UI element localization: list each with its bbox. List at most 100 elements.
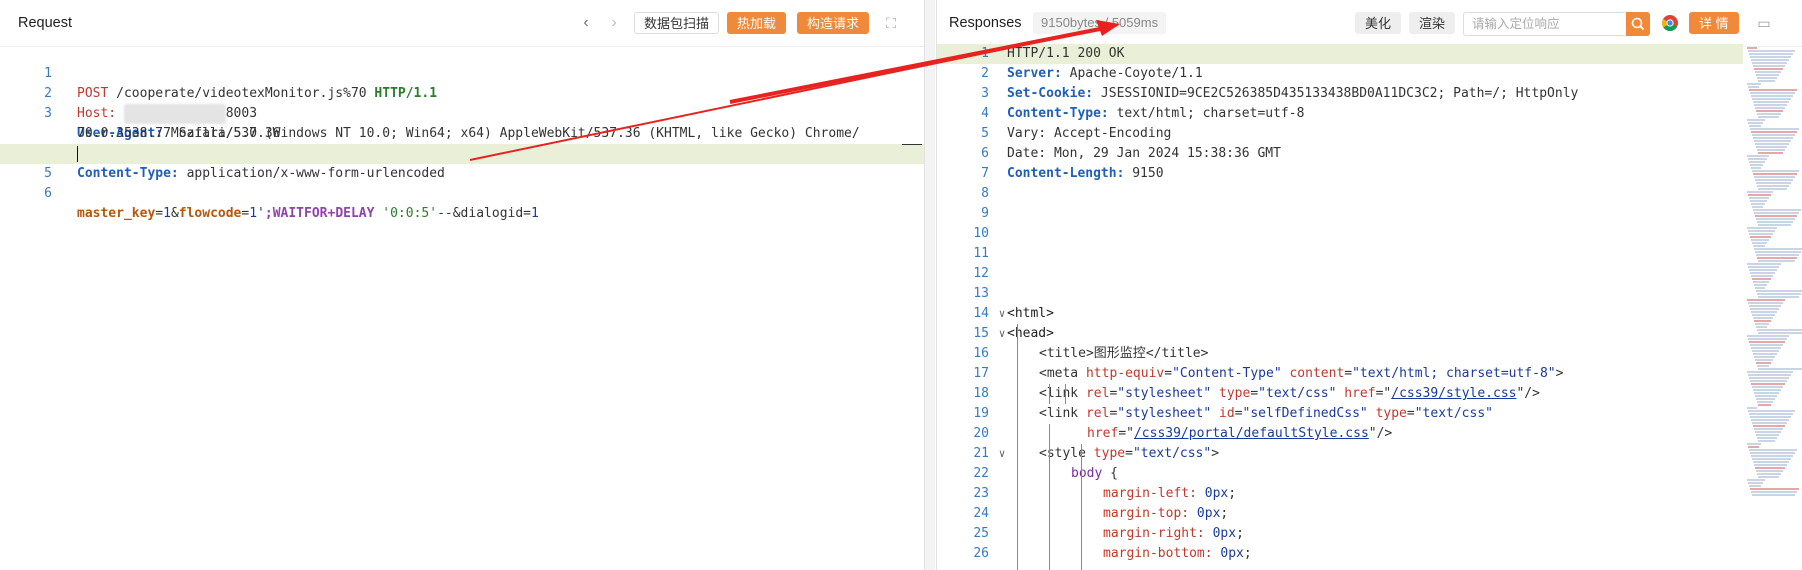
build-request-button[interactable]: 构造请求 [797, 12, 870, 34]
minimap-line [1755, 395, 1777, 397]
fold-icon[interactable]: ∨ [995, 444, 1009, 464]
minimap-line [1753, 389, 1781, 391]
minimap-line [1747, 83, 1761, 85]
minimap-line [1750, 272, 1775, 274]
minimap-line [1752, 242, 1767, 244]
minimap-line [1747, 263, 1781, 265]
minimap-line [1758, 368, 1802, 370]
minimap-line [1755, 431, 1781, 433]
minimap-line [1752, 134, 1795, 136]
minimap-line [1749, 449, 1797, 451]
minimap-line [1755, 467, 1785, 469]
minimap-line [1755, 359, 1773, 361]
minimap-line [1756, 146, 1787, 148]
minimap-line [1751, 491, 1797, 493]
minimap-line [1747, 371, 1793, 373]
panel-splitter[interactable] [925, 0, 935, 570]
minimap-line [1754, 248, 1802, 250]
chrome-icon[interactable] [1661, 14, 1679, 32]
minimap-line [1748, 302, 1783, 304]
hot-load-button[interactable]: 热加载 [727, 12, 787, 34]
minimap-line [1758, 188, 1787, 190]
minimap-line [1749, 197, 1769, 199]
indent-guide [1049, 384, 1050, 404]
minimap-line [1750, 308, 1779, 310]
minimap-line [1748, 374, 1791, 376]
minimap-line [1751, 95, 1793, 97]
minimap-line [1755, 107, 1785, 109]
response-minimap[interactable] [1747, 46, 1802, 566]
minimap-line [1758, 296, 1799, 298]
request-panel: Request ‹ › 数据包扫描 热加载 构造请求 ⛶ 1 POST /coo… [0, 0, 925, 570]
minimap-line [1754, 392, 1779, 394]
minimap-line [1748, 194, 1771, 196]
minimap-line [1753, 209, 1801, 211]
minimap-line [1757, 473, 1781, 475]
minimap-line [1750, 380, 1787, 382]
indent-guide [1081, 444, 1082, 570]
minimap-line [1753, 137, 1793, 139]
minimap-line [1757, 329, 1802, 331]
chevron-left-icon[interactable]: ‹ [578, 12, 594, 34]
minimap-line [1755, 287, 1765, 289]
minimap-line [1748, 230, 1775, 232]
details-button[interactable]: 详 情 [1689, 12, 1739, 34]
minimap-line [1753, 425, 1785, 427]
minimap-line [1747, 299, 1785, 301]
minimap-line [1754, 284, 1767, 286]
minimap-line [1752, 494, 1795, 496]
search-button[interactable] [1626, 12, 1650, 36]
minimap-line [1751, 383, 1785, 385]
minimap-line [1751, 347, 1781, 349]
request-header: Request ‹ › 数据包扫描 热加载 构造请求 ⛶ [0, 0, 924, 47]
minimap-line [1748, 446, 1759, 448]
minimap-line [1757, 401, 1773, 403]
minimap-line [1752, 458, 1791, 460]
chevron-right-icon[interactable]: › [606, 12, 622, 34]
minimap-line [1752, 350, 1779, 352]
beautify-button[interactable]: 美化 [1355, 12, 1402, 34]
minimap-line [1749, 53, 1793, 55]
minimap-line [1752, 206, 1763, 208]
expand-icon[interactable]: ⛶ [882, 12, 900, 34]
minimap-line [1753, 353, 1777, 355]
minimap-line [1757, 257, 1797, 259]
minimap-line [1756, 470, 1783, 472]
comment-icon[interactable]: ▭ [1755, 12, 1773, 34]
minimap-line [1752, 314, 1775, 316]
minimap-line [1757, 437, 1777, 439]
response-size-time: 9150bytes / 5059ms [1033, 12, 1167, 34]
minimap-line [1750, 92, 1795, 94]
minimap-line [1751, 59, 1789, 61]
minimap-line [1758, 80, 1775, 82]
minimap-line [1749, 305, 1781, 307]
minimap-line [1749, 233, 1773, 235]
minimap-line [1750, 236, 1771, 238]
request-editor[interactable]: 1 POST /cooperate/videotexMonitor.js%70 … [0, 44, 924, 221]
minimap-line [1753, 101, 1789, 103]
minimap-line [1750, 344, 1783, 346]
minimap-line [1757, 293, 1801, 295]
render-button[interactable]: 渲染 [1409, 12, 1456, 34]
minimap-line [1756, 74, 1779, 76]
locate-response-input[interactable]: 请输入定位响应 [1463, 12, 1627, 36]
minimap-line [1756, 182, 1791, 184]
minimap-line [1757, 113, 1781, 115]
minimap-line [1747, 191, 1773, 193]
minimap-line [1749, 413, 1793, 415]
minimap-line [1753, 317, 1773, 319]
minimap-line [1756, 254, 1799, 256]
minimap-line [1747, 479, 1765, 481]
minimap-line [1756, 434, 1779, 436]
response-editor[interactable]: 1 HTTP/1.1 200 OK 2 Server: Apache-Coyote/… [937, 44, 1743, 564]
minimap-line [1755, 215, 1797, 217]
minimap-line [1755, 71, 1781, 73]
minimap-line [1758, 224, 1791, 226]
indent-guide [1049, 424, 1050, 570]
minimap-line [1748, 158, 1767, 160]
minimap-line [1747, 47, 1757, 49]
request-line-6: 6 master_key=1&flowcode=1';WAITFOR+DELAY… [44, 186, 539, 221]
request-line-3: 3 User-Agent: Mozilla/5.0 (Windows NT 10… [44, 106, 860, 141]
packet-scan-button[interactable]: 数据包扫描 [634, 12, 720, 34]
minimap-line [1749, 341, 1785, 343]
